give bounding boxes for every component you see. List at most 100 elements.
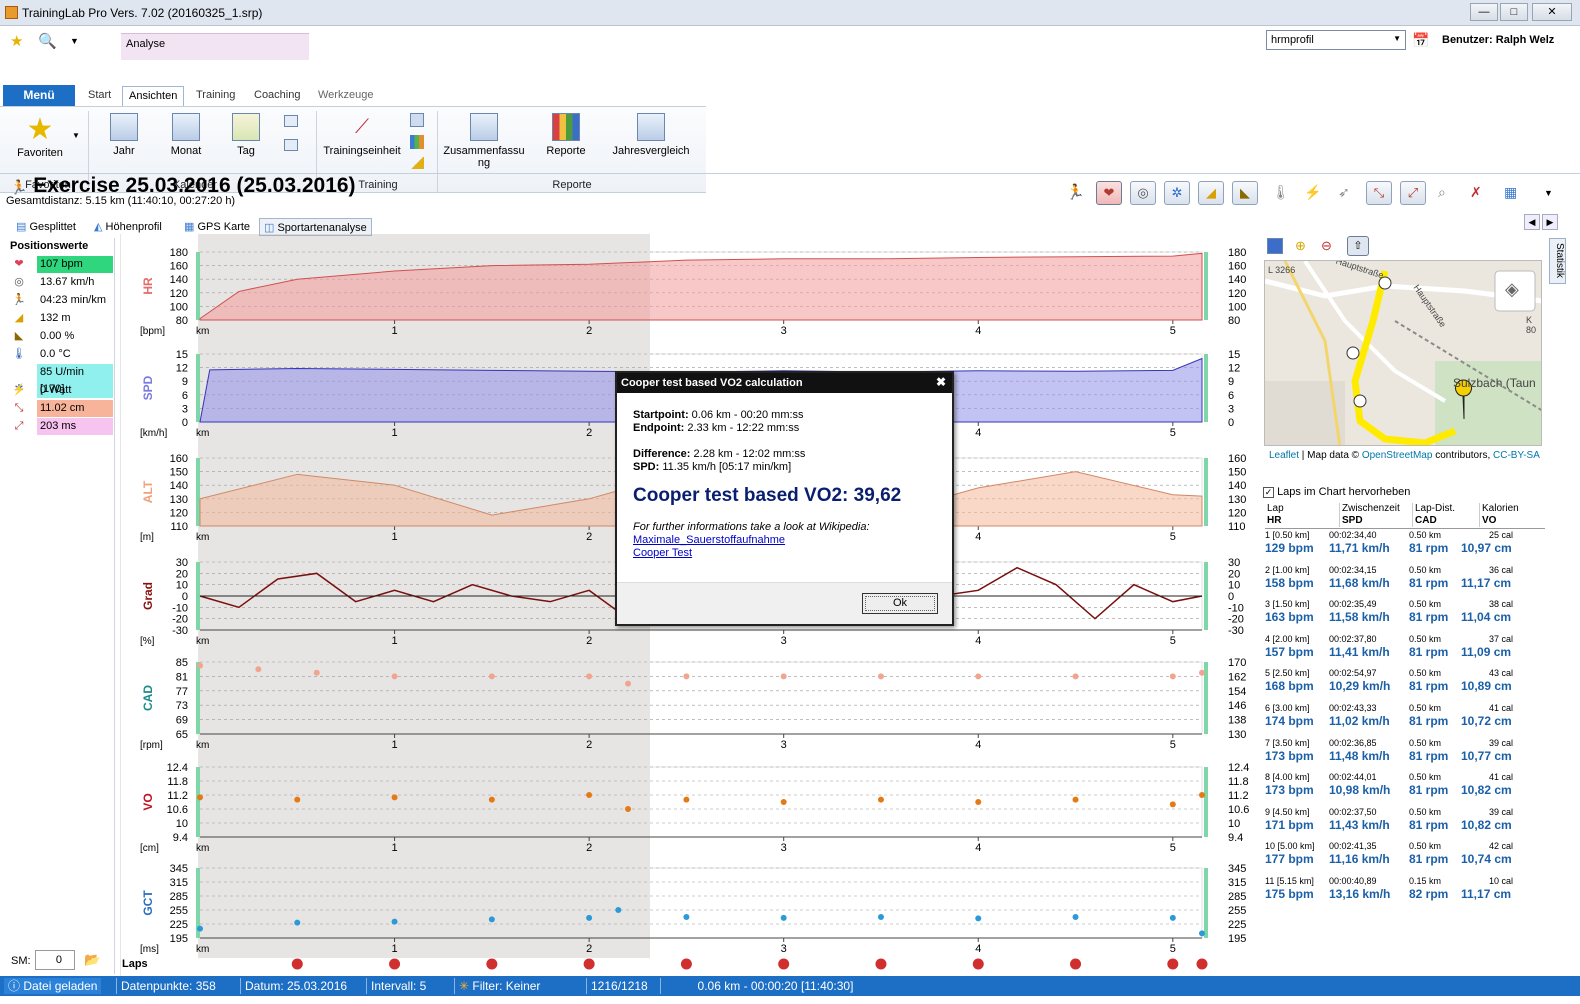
data-point [488,673,495,680]
data-point [1072,673,1079,680]
stride-icon[interactable]: ➶ [1338,184,1350,201]
lap-row[interactable]: 7 [3.50 km] 173 bpm 00:02:36,85 11,48 km/h 0… [1265,738,1545,772]
list-view-icon[interactable] [284,115,298,127]
tab-coaching[interactable]: Coaching [248,86,306,106]
lap-row[interactable]: 11 [5.15 km] 175 bpm 00:00:40,89 13,16 km/h… [1265,876,1545,910]
altitude-toggle-icon[interactable]: ◢ [1198,181,1224,205]
ok-button[interactable]: Ok [862,593,938,614]
trainingseinheit-button[interactable]: ⟋ Trainingseinheit [320,113,404,157]
favoriten-button[interactable]: ★ Favoriten [8,113,72,159]
calendar-icon[interactable]: 📅 [1412,32,1429,49]
chevron-left-icon[interactable]: ◀ [1524,214,1540,230]
data-point [294,919,301,926]
lap-row[interactable]: 10 [5.00 km] 177 bpm 00:02:41,35 11,16 km/h… [1265,841,1545,875]
layers-icon[interactable]: ◈ [1505,279,1519,300]
fit-map-icon[interactable] [1267,238,1283,254]
status-filter[interactable]: ✳ Filter: Keiner [454,978,544,994]
star-icon[interactable]: ★ [10,32,23,50]
training-chart-icon: ⟋ [355,116,369,138]
close-icon[interactable]: ✖ [936,375,946,389]
maximize-button[interactable]: □ [1500,3,1528,21]
minimize-button[interactable]: — [1470,3,1498,21]
chevron-down-icon[interactable]: ▼ [72,131,80,140]
north-up-icon[interactable]: ⇧ [1347,236,1369,256]
profile-select[interactable]: hrmprofil ▼ [1266,30,1406,50]
y2-tick-label: 225 [1228,919,1246,931]
lap-column-header[interactable]: Kalorien VO [1479,503,1519,527]
chart-type-icon[interactable]: ▦ [1504,184,1517,201]
jahresvergleich-button[interactable]: Jahresvergleich [606,113,696,157]
speed-toggle-icon[interactable]: ◎ [1130,181,1156,205]
lap-cell-cal: 41 cal [1489,772,1514,783]
lap-column-header[interactable]: Zwischenzeit SPD [1339,503,1400,527]
tab-training[interactable]: Training [190,86,241,106]
wikipedia-link-vo2max[interactable]: Maximale_Sauerstoffaufnahme [633,534,785,547]
search-icon[interactable]: 🔍 [38,32,57,50]
dialog-body: Startpoint: 0.06 km - 00:20 mm:ss Endpoi… [633,409,805,474]
y2-tick-label: 162 [1228,671,1246,683]
pencil-icon[interactable] [410,157,424,169]
cadence-toggle-icon[interactable]: ✲ [1164,181,1190,205]
x-axis-label: km [196,944,209,955]
leaflet-link[interactable]: Leaflet [1269,450,1299,461]
menu-button[interactable]: Menü [3,85,75,106]
unit-label: [cm] [140,843,159,854]
lap-row[interactable]: 8 [4.00 km] 173 bpm 00:02:44,01 10,98 km/h 0… [1265,772,1545,806]
lap-row[interactable]: 3 [1.50 km] 163 bpm 00:02:35,49 11,58 km/h 0… [1265,599,1545,633]
wikipedia-link-cooper[interactable]: Cooper Test [633,547,692,560]
zusammenfassung-button[interactable]: Zusammenfassu ng [442,113,526,169]
chart-settings-icon[interactable]: ✗ [1470,184,1482,201]
lap-cell-dist: 0.50 km [1409,668,1442,679]
lap-row[interactable]: 1 [0.50 km] 129 bpm 00:02:34,40 11,71 km/h 0… [1265,530,1545,564]
lap-row[interactable]: 4 [2.00 km] 157 bpm 00:02:37,80 11,41 km/h 0… [1265,634,1545,668]
lap-row[interactable]: 2 [1.00 km] 158 bpm 00:02:34,15 11,68 km/h 0… [1265,565,1545,599]
heart-toggle-icon[interactable]: ❤ [1096,181,1122,205]
y-tick-label: -30 [172,625,188,637]
runner-icon[interactable]: 🏃 [1066,183,1085,201]
series-label: VO [141,793,155,810]
statistik-sidetab[interactable]: Statistik [1549,238,1566,284]
bar-chart-icon[interactable] [410,135,424,149]
folder-icon[interactable]: 📂 [84,952,100,968]
reporte-button[interactable]: Reporte [534,113,598,157]
jahr-button[interactable]: Jahr [92,113,156,157]
sm-stepper[interactable]: 0 [35,950,75,970]
ccbysa-link[interactable]: CC-BY-SA [1493,450,1540,461]
table-icon[interactable] [410,113,424,127]
lap-cell-hr: 171 bpm [1265,817,1314,832]
lap-marker [388,957,402,971]
zoom-out-icon[interactable]: ⊖ [1321,238,1332,254]
x-tick-label: 1 [392,635,398,647]
tab-ansichten[interactable]: Ansichten [122,86,185,106]
group-label-reporte: Reporte [552,179,592,191]
lap-row[interactable]: 6 [3.00 km] 174 bpm 00:02:43,33 11,02 km/h 0… [1265,703,1545,737]
highlight-laps-checkbox[interactable]: ✓ Laps im Chart hervorheben [1263,486,1410,498]
tag-button[interactable]: Tag [214,113,278,157]
week-view-icon[interactable] [284,139,298,151]
osm-link[interactable]: OpenStreetMap [1362,450,1433,461]
magnifier-icon[interactable]: ⌕ [1438,184,1446,201]
data-point [1169,673,1176,680]
monat-button[interactable]: Monat [154,113,218,157]
chevron-right-icon[interactable]: ▶ [1542,214,1558,230]
chevron-down-icon[interactable]: ▼ [1544,188,1553,198]
startpoint-label: Startpoint: [633,409,689,421]
tab-start[interactable]: Start [82,86,117,106]
tab-werkzeuge[interactable]: Werkzeuge [312,86,379,106]
power-icon[interactable]: ⚡ [1304,184,1321,201]
lap-row[interactable]: 5 [2.50 km] 168 bpm 00:02:54,97 10,29 km/h 0… [1265,668,1545,702]
qa-dropdown-icon[interactable]: ▼ [70,36,79,46]
lap-column-header[interactable]: Lap-Dist. CAD [1412,503,1455,527]
lap-row[interactable]: 9 [4.50 km] 171 bpm 00:02:37,50 11,43 km/h 0… [1265,807,1545,841]
zoom-in-icon[interactable]: ⊕ [1295,238,1306,254]
close-button[interactable]: ✕ [1532,3,1572,21]
vertical-oscillation-toggle-icon[interactable]: ⤡ [1366,181,1392,205]
thermometer-icon[interactable]: 🌡 [1272,184,1290,201]
tab-gesplittet[interactable]: ▤ Gesplittet [12,218,80,236]
summary-icon [470,113,498,141]
status-filter-text: Filter: Keiner [472,979,541,993]
lap-column-header[interactable]: Lap HR [1265,503,1284,527]
ground-contact-toggle-icon[interactable]: ⤢ [1400,181,1426,205]
gradient-toggle-icon[interactable]: ◣ [1232,181,1258,205]
gps-map[interactable]: L 3266 Hauptstraße Hauptstraße Sulzbach … [1264,260,1542,446]
